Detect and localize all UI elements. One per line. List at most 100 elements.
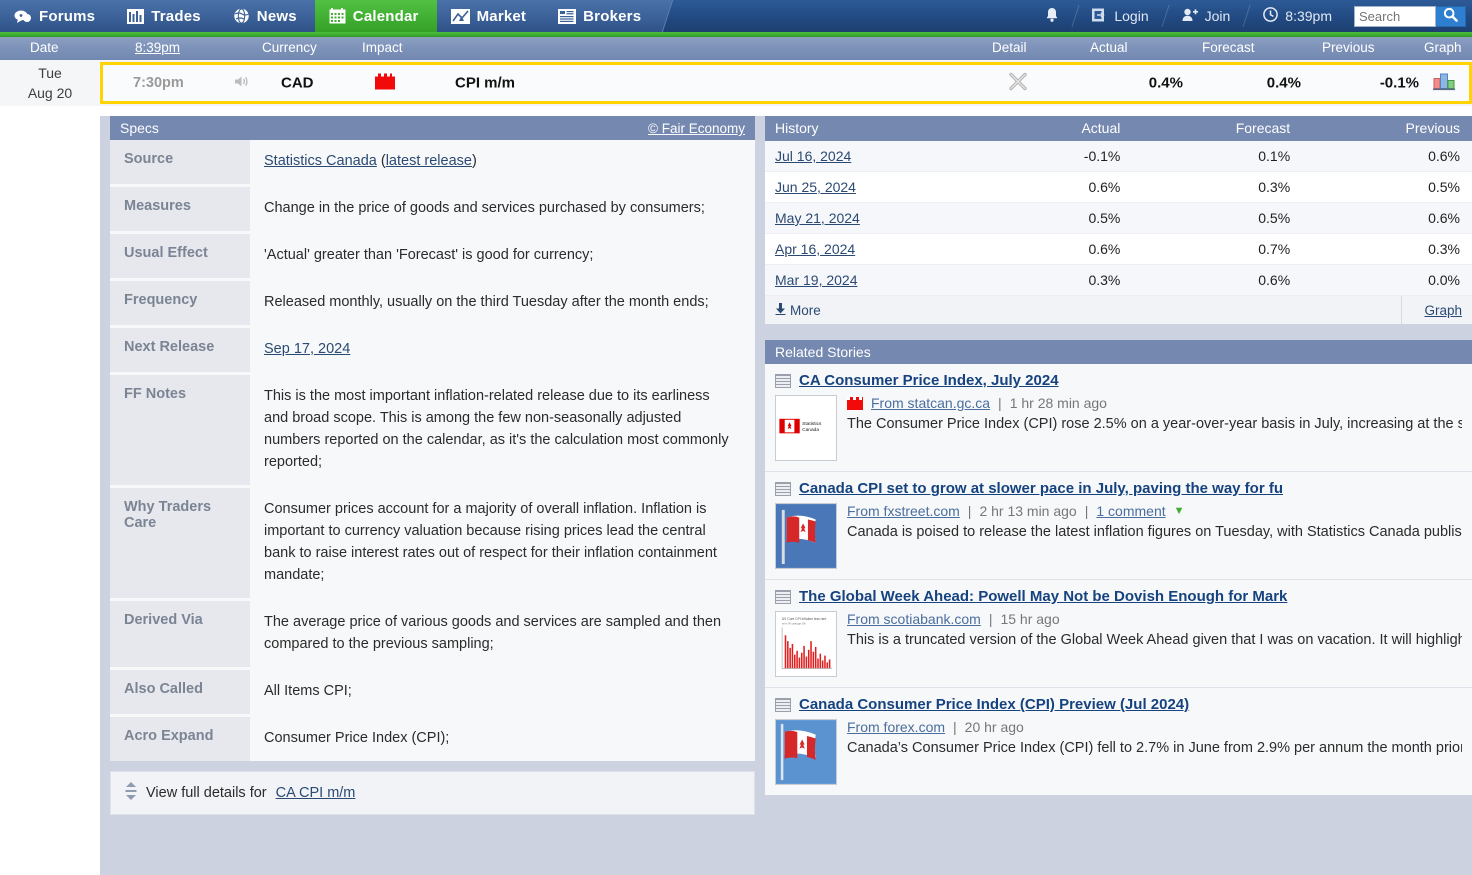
- notification-bell-icon: [1045, 7, 1059, 26]
- history-date[interactable]: May 21, 2024: [765, 202, 997, 234]
- history-date-link[interactable]: May 21, 2024: [775, 210, 860, 226]
- latest-release-link[interactable]: latest release: [386, 153, 472, 169]
- history-col-previous: Previous: [1302, 116, 1472, 141]
- event-row-wrapper: Tue Aug 20 7:30pm CAD CPI m/m 0.4% 0.4% …: [0, 60, 1472, 106]
- list-item[interactable]: The Global Week Ahead: Powell May Not be…: [765, 580, 1472, 688]
- history-date-link[interactable]: Jun 25, 2024: [775, 179, 856, 195]
- join-button[interactable]: Join: [1166, 0, 1247, 32]
- list-item[interactable]: Canada Consumer Price Index (CPI) Previe…: [765, 688, 1472, 795]
- story-thumbnail[interactable]: Statistics Canada: [775, 395, 837, 461]
- history-more-button[interactable]: More: [790, 303, 821, 318]
- main-nav-tabs: Forums Trades News Calendar Market Broke…: [0, 0, 660, 32]
- history-actual: 0.5%: [996, 202, 1133, 234]
- event-time: 7:30pm: [133, 75, 184, 91]
- meta-divider: |: [1084, 503, 1089, 519]
- nav-tab-label: News: [256, 7, 297, 25]
- list-item[interactable]: CA Consumer Price Index, July 2024 Stati…: [765, 364, 1472, 472]
- specs-row-measures: Measures Change in the price of goods an…: [110, 184, 755, 233]
- specs-key: Source: [110, 140, 250, 186]
- nav-tab-trades[interactable]: Trades: [113, 0, 219, 32]
- story-thumbnail[interactable]: [775, 503, 837, 569]
- specs-key: Next Release: [110, 325, 250, 374]
- clock-time-display[interactable]: 8:39pm: [1247, 0, 1348, 32]
- table-row[interactable]: Jun 25, 2024 0.6% 0.3% 0.5%: [765, 171, 1472, 203]
- history-date-link[interactable]: Apr 16, 2024: [775, 241, 855, 257]
- story-body: US Core CPI inflation less rent m/m % cha…: [775, 611, 1462, 677]
- history-previous: 0.6%: [1302, 202, 1472, 234]
- history-header-row: History Actual Forecast Previous: [765, 116, 1472, 141]
- building-icon: [558, 8, 577, 24]
- time-filter-link[interactable]: 8:39pm: [135, 40, 180, 55]
- history-footer: More Graph: [765, 296, 1472, 324]
- story-thumbnail[interactable]: US Core CPI inflation less rent m/m % cha…: [775, 611, 837, 677]
- specs-key: Frequency: [110, 278, 250, 327]
- calendar-icon: [329, 8, 346, 24]
- next-release-link[interactable]: Sep 17, 2024: [264, 341, 350, 357]
- login-button[interactable]: Login: [1076, 0, 1164, 32]
- fair-economy-link[interactable]: © Fair Economy: [648, 121, 745, 136]
- source-link[interactable]: Statistics Canada: [264, 153, 377, 169]
- specs-key: Why Traders Care: [110, 485, 250, 600]
- story-thumbnail[interactable]: [775, 719, 837, 785]
- event-title[interactable]: CPI m/m: [455, 75, 515, 92]
- story-source-link[interactable]: From statcan.gc.ca: [871, 395, 990, 411]
- nav-tab-forums[interactable]: Forums: [0, 0, 114, 32]
- table-row[interactable]: Apr 16, 2024 0.6% 0.7% 0.3%: [765, 233, 1472, 265]
- calendar-event-row[interactable]: 7:30pm CAD CPI m/m 0.4% 0.4% -0.1%: [100, 62, 1472, 104]
- collapse-x-icon[interactable]: [1008, 72, 1028, 95]
- history-date[interactable]: Apr 16, 2024: [765, 233, 997, 265]
- history-date[interactable]: Jun 25, 2024: [765, 171, 997, 203]
- history-date[interactable]: Mar 19, 2024: [765, 264, 997, 296]
- audio-speaker-icon[interactable]: [233, 74, 249, 93]
- story-meta: From statcan.gc.ca | 1 hr 28 min ago: [847, 395, 1462, 411]
- story-title-link[interactable]: Canada Consumer Price Index (CPI) Previe…: [799, 696, 1189, 713]
- search-button[interactable]: [1436, 5, 1466, 27]
- fair-economy-copyright[interactable]: © Fair Economy: [648, 120, 745, 136]
- history-forecast: 0.5%: [1132, 202, 1303, 234]
- list-item[interactable]: Canada CPI set to grow at slower pace in…: [765, 472, 1472, 580]
- related-stories-header: Related Stories: [765, 340, 1472, 364]
- story-title-link[interactable]: The Global Week Ahead: Powell May Not be…: [799, 588, 1287, 605]
- bar-graph-icon[interactable]: [1433, 73, 1455, 94]
- view-full-details-bar[interactable]: View full details for CA CPI m/m: [110, 771, 755, 815]
- specs-key: Measures: [110, 184, 250, 233]
- download-arrow-icon: [775, 302, 786, 318]
- story-title-row: Canada Consumer Price Index (CPI) Previe…: [775, 696, 1462, 713]
- high-impact-red-folder-icon[interactable]: [375, 73, 395, 93]
- search-input[interactable]: [1354, 5, 1436, 27]
- nav-tab-news[interactable]: News: [218, 0, 315, 32]
- table-row[interactable]: May 21, 2024 0.5% 0.5% 0.6%: [765, 202, 1472, 234]
- history-date[interactable]: Jul 16, 2024: [765, 141, 997, 172]
- login-icon: [1092, 8, 1107, 25]
- story-title-row: The Global Week Ahead: Powell May Not be…: [775, 588, 1462, 605]
- chevron-down-icon[interactable]: ▼: [1174, 505, 1185, 517]
- story-description: Canada’s Consumer Price Index (CPI) fell…: [847, 740, 1462, 756]
- view-full-details-link[interactable]: CA CPI m/m: [276, 785, 356, 801]
- story-body: Statistics Canada From statcan.gc.ca | 1 …: [775, 395, 1462, 461]
- nav-tab-market[interactable]: Market: [436, 0, 545, 32]
- specs-panel-header: Specs © Fair Economy: [110, 116, 755, 140]
- nav-tab-calendar[interactable]: Calendar: [314, 0, 437, 32]
- history-graph-cell[interactable]: Graph: [1401, 296, 1462, 324]
- column-header-time[interactable]: 8:39pm: [135, 40, 180, 55]
- table-row[interactable]: Jul 16, 2024 -0.1% 0.1% 0.6%: [765, 141, 1472, 172]
- story-title-link[interactable]: Canada CPI set to grow at slower pace in…: [799, 480, 1283, 497]
- history-date-link[interactable]: Mar 19, 2024: [775, 272, 858, 288]
- story-source-link[interactable]: From forex.com: [847, 719, 945, 735]
- nav-tab-brokers[interactable]: Brokers: [544, 0, 660, 32]
- news-article-icon: [775, 481, 791, 496]
- story-source-link[interactable]: From fxstreet.com: [847, 503, 960, 519]
- story-source-link[interactable]: From scotiabank.com: [847, 611, 981, 627]
- specs-key: Derived Via: [110, 598, 250, 669]
- history-date-link[interactable]: Jul 16, 2024: [775, 148, 851, 164]
- nav-tab-label: Trades: [151, 7, 201, 25]
- history-graph-link[interactable]: Graph: [1424, 303, 1462, 318]
- story-description: This is a truncated version of the Globa…: [847, 632, 1462, 648]
- story-comments-link[interactable]: 1 comment: [1096, 503, 1165, 519]
- specs-value: 'Actual' greater than 'Forecast' is good…: [250, 231, 755, 280]
- story-title-link[interactable]: CA Consumer Price Index, July 2024: [799, 372, 1059, 389]
- nav-tab-label: Forums: [39, 7, 96, 25]
- table-row[interactable]: Mar 19, 2024 0.3% 0.6% 0.0%: [765, 264, 1472, 296]
- bar-chart-icon: [127, 8, 145, 24]
- specs-value: Statistics Canada (latest release): [264, 153, 477, 169]
